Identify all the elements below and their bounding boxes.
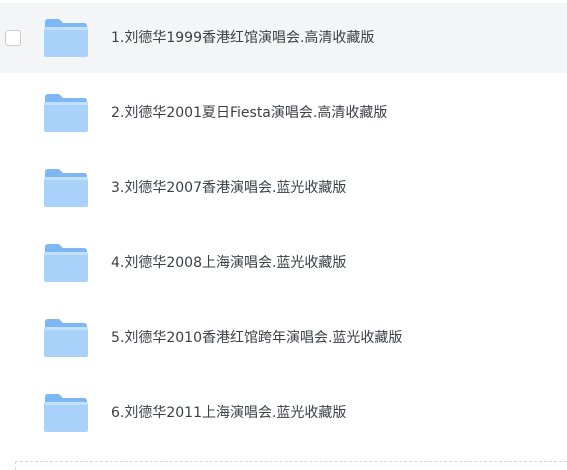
folder-icon bbox=[43, 318, 89, 358]
file-row-1[interactable]: 1.刘德华1999香港红馆演唱会.高清收藏版 bbox=[0, 3, 567, 73]
drop-zone-border-side bbox=[15, 461, 16, 470]
file-name[interactable]: 4.刘德华2008上海演唱会.蓝光收藏版 bbox=[111, 252, 346, 274]
file-name[interactable]: 3.刘德华2007香港演唱会.蓝光收藏版 bbox=[111, 177, 346, 199]
file-row-4[interactable]: 4.刘德华2008上海演唱会.蓝光收藏版 bbox=[0, 228, 567, 298]
folder-icon bbox=[43, 168, 89, 208]
row-checkbox[interactable] bbox=[5, 30, 21, 46]
file-name[interactable]: 2.刘德华2001夏日Fiesta演唱会.高清收藏版 bbox=[111, 102, 387, 124]
file-row-6[interactable]: 6.刘德华2011上海演唱会.蓝光收藏版 bbox=[0, 378, 567, 448]
folder-icon bbox=[43, 93, 89, 133]
drop-zone-border bbox=[15, 461, 567, 462]
file-name[interactable]: 5.刘德华2010香港红馆跨年演唱会.蓝光收藏版 bbox=[111, 327, 402, 349]
folder-icon bbox=[43, 243, 89, 283]
file-row-5[interactable]: 5.刘德华2010香港红馆跨年演唱会.蓝光收藏版 bbox=[0, 303, 567, 373]
file-row-2[interactable]: 2.刘德华2001夏日Fiesta演唱会.高清收藏版 bbox=[0, 78, 567, 148]
file-row-3[interactable]: 3.刘德华2007香港演唱会.蓝光收藏版 bbox=[0, 153, 567, 223]
folder-icon bbox=[43, 393, 89, 433]
file-name[interactable]: 6.刘德华2011上海演唱会.蓝光收藏版 bbox=[111, 402, 346, 424]
folder-icon bbox=[43, 18, 89, 58]
file-list: 1.刘德华1999香港红馆演唱会.高清收藏版 2.刘德华2001夏日Fiesta… bbox=[0, 0, 567, 470]
file-name[interactable]: 1.刘德华1999香港红馆演唱会.高清收藏版 bbox=[111, 27, 374, 49]
